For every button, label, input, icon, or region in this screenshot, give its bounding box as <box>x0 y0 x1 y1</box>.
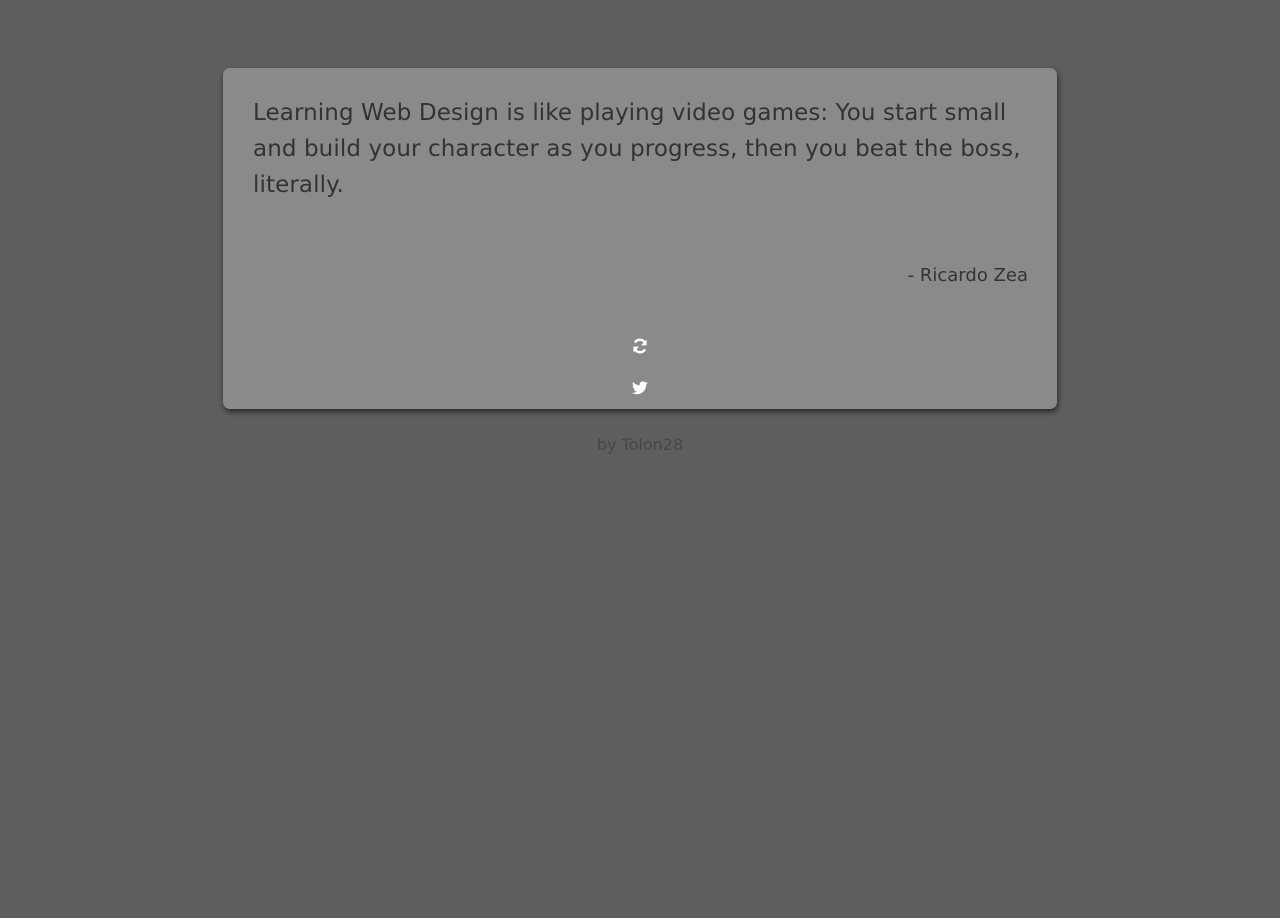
author-credit: by Tolon28 <box>596 435 684 454</box>
new-quote-button[interactable] <box>630 336 650 356</box>
quote-card: Learning Web Design is like playing vide… <box>223 68 1057 409</box>
quote-text: Learning Web Design is like playing vide… <box>253 100 1021 198</box>
refresh-icon <box>633 338 647 354</box>
tweet-button[interactable] <box>630 378 650 398</box>
quote-author: - Ricardo Zea <box>907 265 1028 286</box>
twitter-icon <box>632 381 648 395</box>
